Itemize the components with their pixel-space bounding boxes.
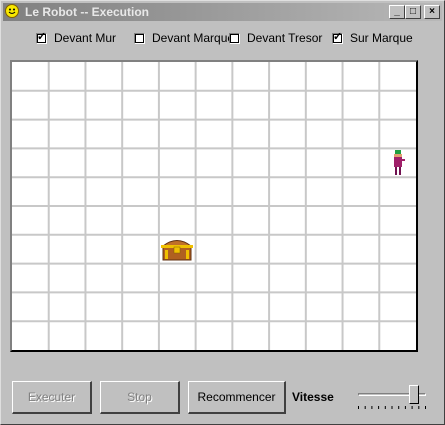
slider-tick bbox=[391, 406, 393, 409]
slider-tick bbox=[364, 406, 366, 409]
slider-tick bbox=[358, 406, 359, 409]
slider-tick bbox=[425, 406, 426, 409]
speed-slider-ticks bbox=[358, 406, 426, 409]
restart-button[interactable]: Recommencer bbox=[188, 381, 286, 414]
robot-window: Le Robot -- Execution _ □ × ✓ Devant Mur… bbox=[0, 0, 445, 425]
checkbox-devant-tresor-box[interactable] bbox=[229, 32, 240, 44]
grid-lines bbox=[12, 62, 416, 350]
slider-tick bbox=[411, 406, 413, 409]
window-title: Le Robot -- Execution bbox=[25, 5, 149, 19]
checkbox-devant-marque-box[interactable] bbox=[134, 32, 145, 44]
checkbox-devant-mur-box[interactable]: ✓ bbox=[36, 30, 47, 44]
check-mark-icon: ✓ bbox=[333, 30, 343, 43]
checkbox-sur-marque-box[interactable]: ✓ bbox=[332, 30, 343, 44]
execute-button[interactable]: Executer bbox=[12, 381, 92, 414]
slider-tick bbox=[404, 406, 406, 409]
checkbox-devant-marque[interactable]: Devant Marque bbox=[134, 31, 234, 45]
stop-button[interactable]: Stop bbox=[100, 381, 180, 414]
close-button[interactable]: × bbox=[424, 5, 440, 19]
speed-slider-thumb[interactable] bbox=[408, 385, 419, 404]
slider-tick bbox=[378, 406, 380, 409]
checkbox-devant-tresor[interactable]: Devant Tresor bbox=[229, 31, 322, 45]
checkbox-sur-marque-label: Sur Marque bbox=[350, 31, 413, 45]
speed-label: Vitesse bbox=[292, 390, 334, 404]
title-bar[interactable]: Le Robot -- Execution _ □ × bbox=[3, 3, 442, 21]
robot-grid[interactable] bbox=[10, 60, 418, 352]
check-mark-icon: ✓ bbox=[37, 30, 47, 43]
checkbox-devant-mur[interactable]: ✓ Devant Mur bbox=[36, 31, 116, 45]
checkbox-devant-tresor-label: Devant Tresor bbox=[247, 31, 323, 45]
checkbox-sur-marque[interactable]: ✓ Sur Marque bbox=[332, 31, 413, 45]
minimize-button[interactable]: _ bbox=[389, 5, 405, 19]
checkbox-devant-marque-label: Devant Marque bbox=[152, 31, 235, 45]
checkbox-devant-mur-label: Devant Mur bbox=[54, 31, 117, 45]
speed-slider[interactable] bbox=[353, 383, 431, 413]
slider-tick bbox=[418, 406, 420, 409]
slider-tick bbox=[398, 406, 400, 409]
smiley-app-icon[interactable] bbox=[5, 4, 19, 18]
treasure-chest-icon bbox=[160, 236, 194, 265]
robot-icon bbox=[391, 149, 405, 180]
slider-tick bbox=[371, 406, 373, 409]
maximize-button[interactable]: □ bbox=[405, 5, 421, 19]
slider-tick bbox=[384, 406, 386, 409]
